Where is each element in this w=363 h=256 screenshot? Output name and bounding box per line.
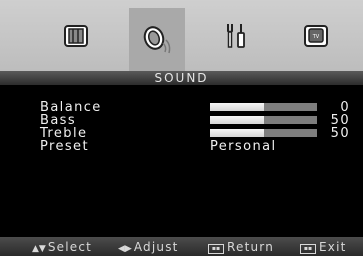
treble-slider-fill	[210, 129, 264, 137]
hint-exit: ▪▪ Exit	[300, 240, 347, 254]
balance-slider-fill	[210, 103, 264, 111]
hint-adjust-label: Adjust	[133, 240, 179, 254]
footer-hints: ▲▼ Select ◀▶ Adjust ▪▪ Return ▪▪ Exit	[0, 237, 363, 256]
svg-text:TV: TV	[312, 34, 320, 40]
hint-exit-label: Exit	[319, 240, 347, 254]
tab-picture[interactable]	[48, 10, 104, 62]
menu-title: SOUND	[0, 71, 363, 85]
bass-slider[interactable]	[210, 116, 317, 124]
sound-icon	[143, 25, 171, 53]
menu-key-icon: ▪▪	[208, 244, 224, 254]
balance-slider[interactable]	[210, 103, 317, 111]
main-menu-tabs: TV	[0, 0, 363, 71]
hint-select: ▲▼ Select	[32, 240, 92, 256]
picture-icon	[64, 25, 88, 47]
hint-return: ▪▪ Return	[208, 240, 274, 254]
bass-slider-fill	[210, 116, 264, 124]
hint-return-label: Return	[227, 240, 275, 254]
treble-value: 50	[330, 126, 350, 141]
menu-item-preset-label[interactable]: Preset	[40, 140, 89, 153]
tools-icon	[227, 24, 245, 48]
hint-adjust: ◀▶ Adjust	[118, 240, 179, 256]
tab-tools[interactable]	[208, 10, 264, 62]
sound-menu: Balance 0 Bass 50 Treble 50 Preset Perso…	[0, 85, 363, 237]
tv-icon: TV	[304, 25, 328, 47]
tab-tv[interactable]: TV	[288, 10, 344, 62]
up-down-arrows-icon: ▲▼	[32, 244, 46, 254]
exit-key-icon: ▪▪	[300, 244, 316, 254]
hint-select-label: Select	[47, 240, 93, 254]
left-right-arrows-icon: ◀▶	[118, 244, 132, 254]
tab-sound[interactable]	[129, 8, 185, 71]
treble-slider[interactable]	[210, 129, 317, 137]
preset-value[interactable]: Personal	[210, 140, 276, 153]
